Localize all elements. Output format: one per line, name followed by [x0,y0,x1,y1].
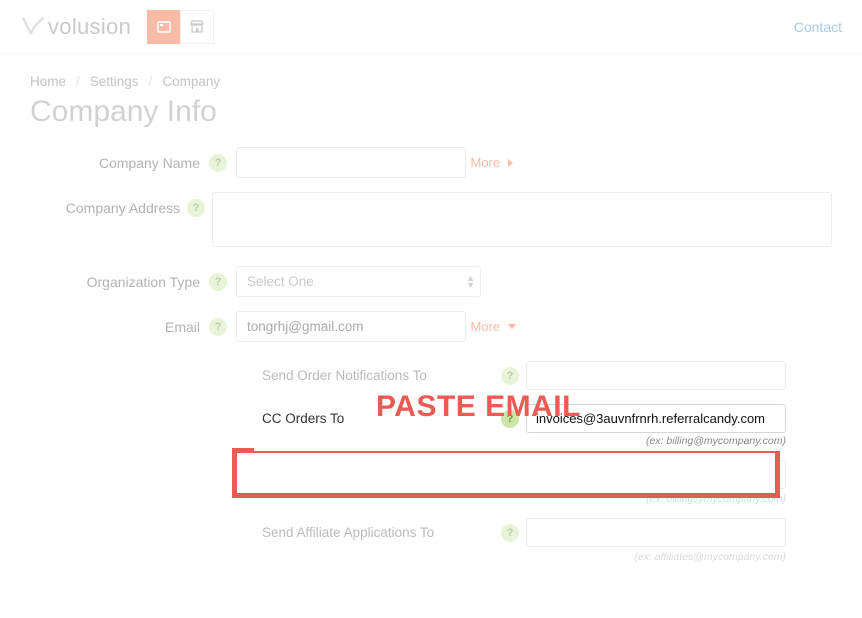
label-cc-orders-to: CC Orders To [262,411,494,426]
chevron-down-icon [508,324,516,329]
email-input[interactable] [236,311,466,342]
label-email: Email [30,311,200,335]
email-more-toggle[interactable]: More [470,319,516,334]
help-icon[interactable]: ? [209,273,227,291]
row-email: Email ? More Send Order Notifications To… [30,311,832,567]
row-send-affiliate-apps: Send Affiliate Applications To ? [254,509,794,550]
hint-send-billing-from: (ex: billing@mycompany.com) [254,492,794,509]
label-send-order-notifications: Send Order Notifications To [262,368,494,383]
send-affiliate-apps-input[interactable] [526,518,786,547]
more-label: More [470,155,500,170]
label-send-billing-from: Send Billing Emails From [262,467,494,482]
app-header: volusion Contact [0,0,862,54]
header-mode-switch [147,10,214,44]
help-icon[interactable]: ? [209,154,227,172]
help-icon[interactable]: ? [501,524,519,542]
label-company-name: Company Name [30,147,200,171]
label-organization-type: Organization Type [30,266,200,290]
row-cc-orders-to: CC Orders To ? [254,393,794,434]
help-icon[interactable]: ? [187,199,205,217]
more-label: More [470,319,500,334]
row-company-name: Company Name ? More [30,147,832,178]
email-sub-settings: Send Order Notifications To ? CC Orders … [254,352,794,567]
breadcrumb-home[interactable]: Home [30,74,66,89]
row-send-order-notifications: Send Order Notifications To ? [254,352,794,393]
storefront-icon [189,19,205,35]
volusion-mark-icon [20,14,46,40]
brand-logo: volusion [20,14,131,40]
breadcrumb-company[interactable]: Company [162,74,220,89]
organization-type-select[interactable] [236,266,481,297]
page-title: Company Info [0,93,862,147]
admin-mode-button[interactable] [147,10,181,44]
hint-cc-orders-to: (ex: billing@mycompany.com) [254,434,794,451]
row-company-address: Company Address ? [30,192,832,252]
cc-orders-to-input[interactable] [526,404,786,433]
label-company-address: Company Address [30,192,180,216]
send-order-notifications-input[interactable] [526,361,786,390]
row-organization-type: Organization Type ? ▲▼ [30,266,832,297]
breadcrumb: Home / Settings / Company [0,54,862,93]
hint-send-affiliate-apps: (ex: affiliates@mycompany.com) [254,550,794,567]
company-form: Company Name ? More Company Address ? Or… [0,147,862,567]
label-send-affiliate-apps: Send Affiliate Applications To [262,525,494,540]
help-icon[interactable]: ? [501,410,519,428]
help-icon[interactable]: ? [209,318,227,336]
company-name-more-toggle[interactable]: More [470,155,513,170]
storefront-mode-button[interactable] [180,10,214,44]
contact-link[interactable]: Contact [794,19,842,35]
company-name-input[interactable] [236,147,466,178]
brand-text: volusion [48,14,131,40]
row-send-billing-from: Send Billing Emails From ? [254,451,794,492]
breadcrumb-sep: / [149,74,153,89]
company-address-input[interactable] [212,192,832,247]
breadcrumb-sep: / [76,74,80,89]
chevron-right-icon [508,159,513,167]
admin-icon [156,19,172,35]
breadcrumb-settings[interactable]: Settings [90,74,139,89]
help-icon[interactable]: ? [501,367,519,385]
help-icon[interactable]: ? [501,466,519,484]
send-billing-from-input[interactable] [526,460,786,489]
